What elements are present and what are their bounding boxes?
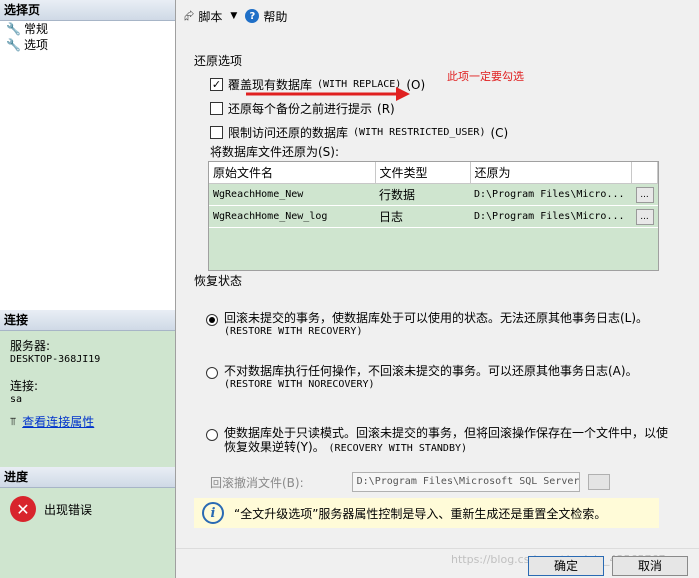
- cancel-button[interactable]: 取消: [612, 556, 688, 576]
- undo-browse-button[interactable]: [587, 474, 610, 490]
- recovery-option-keyword: (RESTORE WITH NORECOVERY): [224, 379, 375, 390]
- restrict-option[interactable]: 限制访问还原的数据库 (WITH RESTRICTED_USER) (C): [210, 124, 508, 141]
- page-item-general[interactable]: 🔧 常规: [0, 21, 175, 37]
- recovery-option-3[interactable]: 使数据库处于只读模式。回滚未提交的事务，但将回滚操作保存在一个文件中，以使恢复效…: [206, 426, 671, 456]
- connection-header: 连接: [0, 310, 175, 331]
- table-cell: 行数据: [375, 183, 470, 206]
- prompt-option[interactable]: 还原每个备份之前进行提示 (R): [210, 100, 395, 117]
- prompt-shortcut: (R): [377, 101, 395, 116]
- restrict-checkbox[interactable]: [210, 126, 223, 139]
- prompt-label: 还原每个备份之前进行提示: [228, 102, 373, 116]
- table-cell[interactable]: D:\Program Files\Micro...: [470, 205, 632, 228]
- script-button[interactable]: ⮳ 脚本 ▼: [184, 8, 237, 25]
- column-header[interactable]: 还原为: [470, 162, 632, 184]
- restrict-label: 限制访问还原的数据库: [228, 126, 349, 140]
- database-files-grid: 原始文件名 文件类型 还原为 WgReachHome_New 行数据 D:\Pr…: [208, 161, 659, 271]
- connection-panel: 连接 服务器: DESKTOP-368JI19 连接: sa ⫪ 查看连接属性: [0, 310, 175, 467]
- recovery-option-1[interactable]: 回滚未提交的事务，使数据库处于可以使用的状态。无法还原其他事务日志(L)。 (R…: [206, 311, 671, 339]
- restore-options-title: 还原选项: [194, 54, 243, 68]
- recovery-option-keyword: (RESTORE WITH RECOVERY): [224, 326, 363, 337]
- page-item-label: 选项: [24, 38, 49, 52]
- undo-file-row: 回滚撤消文件(B): D:\Program Files\Microsoft SQ…: [210, 472, 610, 492]
- overwrite-checkbox[interactable]: ✓: [210, 78, 223, 91]
- ok-button[interactable]: 确定: [528, 556, 604, 576]
- error-icon: ✕: [10, 496, 36, 522]
- recovery-radio-1[interactable]: [206, 314, 218, 326]
- wrench-icon: 🔧: [6, 38, 21, 52]
- connection-value: sa: [10, 394, 23, 405]
- column-header-blank: [631, 162, 658, 184]
- red-arrow-annotation: [246, 87, 410, 101]
- column-header[interactable]: 原始文件名: [209, 162, 376, 184]
- table-row[interactable]: WgReachHome_New_log 日志 D:\Program Files\…: [209, 205, 658, 228]
- view-connection-properties-link[interactable]: 查看连接属性: [22, 413, 94, 430]
- progress-panel: 进度 ✕ 出现错误: [0, 467, 175, 578]
- files-title: 将数据库文件还原为(S):: [210, 145, 340, 159]
- info-text: “全文升级选项”服务器属性控制是导入、重新生成还是重置全文检索。: [234, 506, 607, 521]
- table-cell: WgReachHome_New_log: [209, 205, 375, 228]
- undo-file-label: 回滚撤消文件(B):: [210, 475, 304, 490]
- plug-icon: ⫪: [10, 414, 17, 428]
- browse-button[interactable]: ...: [635, 186, 654, 203]
- toolbar: ⮳ 脚本 ▼ ? 帮助: [176, 0, 699, 32]
- browse-button[interactable]: ...: [635, 208, 654, 225]
- script-label: 脚本: [198, 9, 223, 24]
- recovery-option-keyword: (RECOVERY WITH STANDBY): [328, 443, 468, 454]
- progress-status[interactable]: 出现错误: [44, 501, 92, 518]
- recovery-option-text: 回滚未提交的事务，使数据库处于可以使用的状态。无法还原其他事务日志(L)。: [224, 311, 649, 325]
- table-cell: 日志: [375, 205, 470, 228]
- table-cell: WgReachHome_New: [209, 183, 375, 206]
- help-label: 帮助: [263, 9, 288, 24]
- prompt-checkbox[interactable]: [210, 102, 223, 115]
- page-item-options[interactable]: 🔧 选项: [0, 37, 175, 53]
- recovery-title: 恢复状态: [194, 274, 243, 288]
- restrict-shortcut: (C): [490, 125, 509, 140]
- help-button[interactable]: ? 帮助: [245, 8, 287, 25]
- connection-label: 连接:: [10, 379, 39, 393]
- server-value: DESKTOP-368JI19: [10, 354, 101, 365]
- server-label: 服务器:: [10, 339, 51, 353]
- restrict-keyword: (WITH RESTRICTED_USER): [353, 127, 486, 138]
- recovery-radio-2[interactable]: [206, 367, 218, 379]
- chevron-down-icon[interactable]: ▼: [230, 11, 237, 21]
- page-item-label: 常规: [24, 22, 49, 36]
- table-row[interactable]: WgReachHome_New 行数据 D:\Program Files\Mic…: [209, 183, 658, 206]
- recovery-option-text: 不对数据库执行任何操作，不回滚未提交的事务。可以还原其他事务日志(A)。: [224, 364, 638, 378]
- progress-header: 进度: [0, 467, 175, 488]
- undo-file-input[interactable]: D:\Program Files\Microsoft SQL Server\: [351, 472, 580, 492]
- annotation-text: 此项一定要勾选: [447, 70, 524, 83]
- recovery-radio-3[interactable]: [206, 429, 218, 441]
- select-page-header: 选择页: [0, 0, 175, 21]
- table-cell[interactable]: D:\Program Files\Micro...: [470, 183, 632, 206]
- recovery-option-2[interactable]: 不对数据库执行任何操作，不回滚未提交的事务。可以还原其他事务日志(A)。 (RE…: [206, 364, 671, 392]
- info-icon: i: [202, 502, 224, 524]
- help-icon: ?: [245, 9, 260, 23]
- info-bar: i “全文升级选项”服务器属性控制是导入、重新生成还是重置全文检索。: [194, 498, 659, 528]
- wrench-icon: 🔧: [6, 22, 21, 36]
- options-pane: ⮳ 脚本 ▼ ? 帮助 还原选项 ✓ 覆盖现有数据库 (WITH REPLACE…: [176, 0, 699, 578]
- column-header[interactable]: 文件类型: [375, 162, 471, 184]
- script-icon: ⮳: [184, 8, 195, 24]
